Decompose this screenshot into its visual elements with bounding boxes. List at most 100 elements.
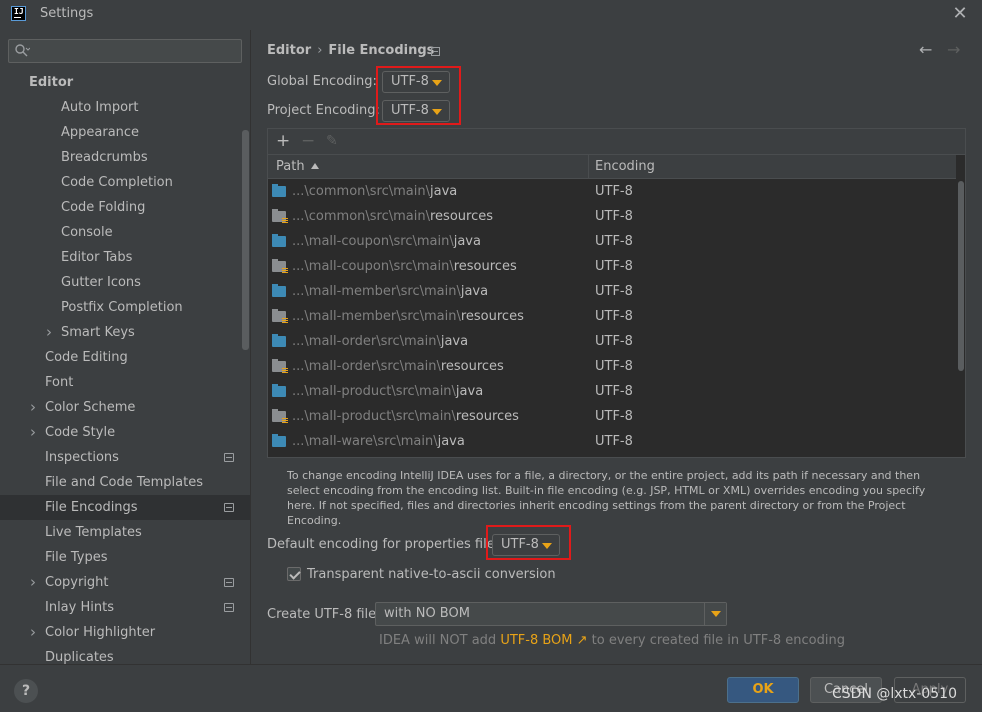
sidebar-item-label: Editor Tabs xyxy=(61,250,133,265)
sidebar-item[interactable]: Gutter Icons xyxy=(0,270,250,295)
search-icon xyxy=(15,44,30,57)
table-row[interactable]: ...\mall-ware\src\main\java UTF-8 xyxy=(268,429,956,454)
table-row[interactable]: ...\mall-coupon\src\main\resources UTF-8 xyxy=(268,254,956,279)
table-row[interactable]: ...\mall-member\src\main\resources UTF-8 xyxy=(268,304,956,329)
path-prefix: ...\mall-ware\src\main\ xyxy=(292,434,438,449)
chevron-right-icon[interactable]: › xyxy=(46,320,52,345)
intellij-logo-icon: IJ xyxy=(11,6,26,21)
sidebar-item[interactable]: Font xyxy=(0,370,250,395)
sidebar-item[interactable]: Editor Tabs xyxy=(0,245,250,270)
utf8-bom-link[interactable]: UTF-8 BOM ↗ xyxy=(500,633,587,648)
encoding-help-text: To change encoding IntelliJ IDEA uses fo… xyxy=(287,469,926,527)
create-utf8-dropdown[interactable]: with NO BOM xyxy=(375,602,727,626)
sidebar-item[interactable]: File and Code Templates xyxy=(0,470,250,495)
edit-button[interactable]: ✎ xyxy=(326,130,338,152)
chevron-right-icon[interactable]: › xyxy=(30,420,36,445)
tree-item-label: Editor xyxy=(29,75,74,90)
tree-item-editor[interactable]: Editor xyxy=(0,70,250,95)
sidebar-item[interactable]: Auto Import xyxy=(0,95,250,120)
sidebar-item[interactable]: › Smart Keys xyxy=(0,320,250,345)
source-folder-icon xyxy=(272,434,286,447)
encoding-cell[interactable]: UTF-8 xyxy=(595,379,633,404)
sidebar-item[interactable]: › Copyright xyxy=(0,570,250,595)
bom-note: IDEA will NOT add UTF-8 BOM ↗ to every c… xyxy=(379,633,845,648)
encoding-cell[interactable]: UTF-8 xyxy=(595,279,633,304)
source-folder-icon xyxy=(272,184,286,197)
breadcrumb-parent[interactable]: Editor xyxy=(267,43,311,58)
help-button[interactable]: ? xyxy=(14,679,38,703)
table-row[interactable]: ...\common\src\main\java UTF-8 xyxy=(268,179,956,204)
sidebar-item[interactable]: Code Editing xyxy=(0,345,250,370)
close-icon[interactable]: ✕ xyxy=(950,4,970,24)
column-divider[interactable] xyxy=(588,155,589,179)
project-scope-icon xyxy=(431,47,440,56)
encoding-cell[interactable]: UTF-8 xyxy=(595,329,633,354)
source-folder-icon xyxy=(272,234,286,247)
sidebar-item[interactable]: Postfix Completion xyxy=(0,295,250,320)
table-scrollbar[interactable] xyxy=(958,181,964,371)
settings-search-input[interactable] xyxy=(8,39,242,63)
sidebar-item[interactable]: › Color Highlighter xyxy=(0,620,250,645)
bom-note-text: to every created file in UTF-8 encoding xyxy=(587,633,845,648)
ok-button[interactable]: OK xyxy=(727,677,799,703)
sidebar-item[interactable]: Console xyxy=(0,220,250,245)
add-button[interactable]: + xyxy=(276,130,290,152)
project-scope-icon xyxy=(224,453,234,462)
sidebar-item[interactable]: Inspections xyxy=(0,445,250,470)
forward-arrow-icon[interactable]: → xyxy=(947,40,960,59)
encoding-cell[interactable]: UTF-8 xyxy=(595,229,633,254)
encoding-cell[interactable]: UTF-8 xyxy=(595,304,633,329)
sidebar-item[interactable]: › Color Scheme xyxy=(0,395,250,420)
path-cell: ...\mall-coupon\src\main\java xyxy=(292,229,481,254)
column-header-path[interactable]: Path xyxy=(276,155,319,179)
table-row[interactable]: ...\mall-order\src\main\resources UTF-8 xyxy=(268,354,956,379)
table-row[interactable]: ...\common\src\main\resources UTF-8 xyxy=(268,204,956,229)
table-row[interactable]: ...\mall-product\src\main\resources UTF-8 xyxy=(268,404,956,429)
chevron-right-icon[interactable]: › xyxy=(30,620,36,645)
project-scope-icon xyxy=(224,503,234,512)
create-utf8-label: Create UTF-8 files: xyxy=(267,607,388,622)
encoding-cell[interactable]: UTF-8 xyxy=(595,179,633,204)
chevron-right-icon[interactable]: › xyxy=(30,570,36,595)
resources-folder-icon xyxy=(272,409,288,424)
encoding-cell[interactable]: UTF-8 xyxy=(595,404,633,429)
global-encoding-label: Global Encoding: xyxy=(267,74,377,89)
sidebar-item[interactable]: File Types xyxy=(0,545,250,570)
sidebar-item-label: Breadcrumbs xyxy=(61,150,148,165)
path-leaf: resources xyxy=(440,359,504,374)
native-to-ascii-checkbox[interactable] xyxy=(287,567,301,581)
sidebar-item[interactable]: Breadcrumbs xyxy=(0,145,250,170)
encoding-cell[interactable]: UTF-8 xyxy=(595,254,633,279)
path-prefix: ...\mall-order\src\main\ xyxy=(292,334,441,349)
sidebar-item[interactable]: Code Folding xyxy=(0,195,250,220)
table-row[interactable]: ...\mall-coupon\src\main\java UTF-8 xyxy=(268,229,956,254)
sidebar-item[interactable]: File Encodings xyxy=(0,495,250,520)
sidebar-item[interactable]: Code Completion xyxy=(0,170,250,195)
encoding-cell[interactable]: UTF-8 xyxy=(595,204,633,229)
remove-button[interactable]: − xyxy=(301,130,315,152)
chevron-right-icon[interactable]: › xyxy=(30,395,36,420)
column-header-encoding[interactable]: Encoding xyxy=(595,155,655,179)
title-bar: IJ Settings ✕ xyxy=(0,0,982,30)
table-row[interactable]: ...\mall-order\src\main\java UTF-8 xyxy=(268,329,956,354)
encoding-cell[interactable]: UTF-8 xyxy=(595,429,633,454)
source-folder-icon xyxy=(272,334,286,347)
back-arrow-icon[interactable]: ← xyxy=(919,40,932,59)
table-row[interactable]: ...\mall-member\src\main\java UTF-8 xyxy=(268,279,956,304)
sidebar-item[interactable]: › Code Style xyxy=(0,420,250,445)
sidebar-item-label: Smart Keys xyxy=(61,325,135,340)
sidebar-scrollbar[interactable] xyxy=(242,130,249,350)
sidebar-item[interactable]: Inlay Hints xyxy=(0,595,250,620)
sidebar-item[interactable]: Appearance xyxy=(0,120,250,145)
path-leaf: resources xyxy=(453,259,517,274)
chevron-down-icon[interactable] xyxy=(704,603,726,625)
sidebar-item-label: Inlay Hints xyxy=(45,600,114,615)
sidebar-item-label: File Encodings xyxy=(45,500,138,515)
table-row[interactable]: ...\mall-product\src\main\java UTF-8 xyxy=(268,379,956,404)
sidebar-item[interactable]: Live Templates xyxy=(0,520,250,545)
highlight-box xyxy=(376,66,461,125)
resources-folder-icon xyxy=(272,309,288,324)
encoding-cell[interactable]: UTF-8 xyxy=(595,354,633,379)
resources-folder-icon xyxy=(272,259,288,274)
breadcrumb-separator: › xyxy=(317,43,323,58)
